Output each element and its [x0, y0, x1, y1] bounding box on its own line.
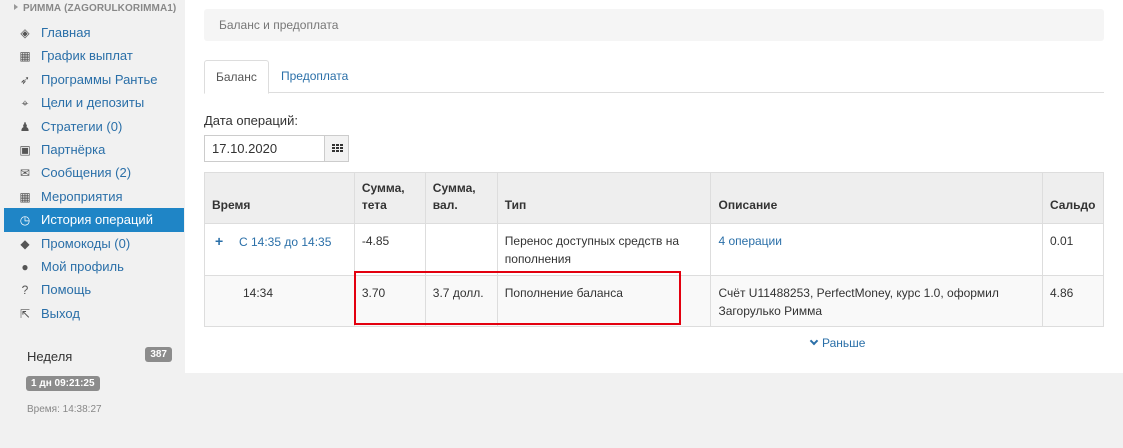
- week-counter: Неделя 387: [26, 347, 172, 367]
- date-input[interactable]: [204, 135, 325, 162]
- cell-type: Пополнение баланса: [496, 275, 712, 327]
- question-circle-icon: ?: [21, 283, 29, 298]
- envelope-icon: ✉: [19, 166, 31, 181]
- cell-sum-teta: 3.70: [353, 275, 426, 327]
- col-header-sum-teta[interactable]: Сумма, тета: [353, 172, 426, 224]
- cell-sum-val: [424, 223, 498, 276]
- tab-balance[interactable]: Баланс: [204, 60, 269, 94]
- table-row: 14:34 3.70 3.7 долл. Пополнение баланса …: [204, 275, 1105, 327]
- sidebar-item[interactable]: ▣ Партнёрка: [4, 138, 184, 161]
- cell-description: 4 операции: [710, 223, 1043, 276]
- sidebar-item-label: Цели и депозиты: [41, 95, 145, 111]
- breadcrumb: Баланс и предоплата: [204, 9, 1104, 41]
- calendar-grid-icon: [332, 144, 343, 154]
- current-time: Время: 14:38:27: [27, 404, 102, 415]
- cell-type: Перенос доступных средств на пополнения: [496, 223, 712, 276]
- sidebar-item-label: Сообщения (2): [41, 165, 132, 181]
- sidebar-item[interactable]: ● Мой профиль: [4, 255, 184, 278]
- user-icon: ●: [21, 259, 29, 274]
- sidebar-item-label: Промокоды (0): [41, 235, 131, 251]
- cell-description: Счёт U11488253, PerfectMoney, курс 1.0, …: [710, 275, 1043, 327]
- chess-pawn-icon: ♟: [19, 119, 31, 134]
- sidebar-item[interactable]: ▦ График выплат: [4, 44, 184, 67]
- cell-sum-teta: -4.85: [353, 223, 426, 276]
- sidebar-item-label: Главная: [41, 25, 91, 40]
- sidebar-item[interactable]: ? Помощь: [4, 278, 184, 301]
- sidebar-item-label: Программы Рантье: [41, 71, 158, 87]
- tab-bar: Баланс Предоплата: [204, 60, 1104, 94]
- col-header-time[interactable]: Время: [204, 172, 355, 224]
- sidebar-item[interactable]: ⌖ Цели и депозиты: [4, 91, 184, 114]
- cell-sum-val: 3.7 долл.: [424, 275, 498, 327]
- tag-icon: ◆: [20, 236, 30, 251]
- col-header-balance[interactable]: Сальдо: [1041, 172, 1105, 224]
- sidebar-item-label: Стратегии (0): [41, 118, 123, 134]
- col-header-type[interactable]: Тип: [496, 172, 712, 224]
- sidebar-item[interactable]: ◆ Промокоды (0): [4, 232, 184, 255]
- sidebar: РИММА (ZAGORULKORIMMA1) ◈ Главная ▦ График …: [0, 0, 185, 448]
- tab-prepayment[interactable]: Предоплата: [270, 60, 359, 94]
- crosshairs-icon: ⌖: [21, 96, 29, 111]
- dashboard-icon: ◈: [20, 26, 30, 40]
- cell-balance: 4.86: [1041, 275, 1105, 327]
- sidebar-item[interactable]: ✉ Сообщения (2): [4, 161, 184, 184]
- external-link-icon: ⇱: [19, 306, 31, 321]
- calendar-icon: ▦: [19, 189, 31, 204]
- sidebar-item-label: Мой профиль: [41, 258, 124, 274]
- load-earlier-link[interactable]: Раньше: [809, 336, 865, 350]
- expand-plus-icon[interactable]: +: [215, 232, 231, 250]
- sidebar-item-label: Помощь: [41, 282, 92, 298]
- time-range-link[interactable]: С 14:35 до 14:35: [239, 235, 331, 249]
- sidebar-item-label: Выход: [41, 305, 80, 321]
- briefcase-icon: ▣: [19, 142, 31, 157]
- history-clock-icon: ◷: [19, 213, 31, 228]
- sidebar-menu: ◈ Главная ▦ График выплат ➶ Программы Рантье ⌖…: [4, 21, 184, 325]
- sidebar-item[interactable]: ◷ История операций: [4, 208, 184, 232]
- col-header-description[interactable]: Описание: [710, 172, 1043, 224]
- chevron-down-icon: [809, 336, 819, 346]
- operations-table: Время Сумма, тета Сумма, вал. Тип Описание…: [204, 172, 1105, 327]
- session-timer-badge: 1 дн 09:21:25: [26, 376, 100, 391]
- week-label: Неделя: [27, 349, 73, 364]
- sidebar-item-label: История операций: [41, 212, 153, 228]
- caret-right-icon: [14, 4, 18, 10]
- sidebar-item[interactable]: ➶ Программы Рантье: [4, 68, 184, 91]
- sidebar-item[interactable]: ⇱ Выход: [4, 302, 184, 325]
- table-row: + С 14:35 до 14:35 -4.85 Перенос доступны…: [204, 223, 1105, 276]
- date-filter-label: Дата операций:: [204, 113, 298, 128]
- user-name-header[interactable]: РИММА (ZAGORULKORIMMA1): [14, 3, 176, 14]
- table-header-row: Время Сумма, тета Сумма, вал. Тип Описание…: [204, 172, 1105, 224]
- rocket-icon: ➶: [19, 72, 31, 87]
- sidebar-item-label: Мероприятия: [41, 188, 123, 204]
- sidebar-item-label: Партнёрка: [41, 141, 106, 157]
- cell-time[interactable]: + С 14:35 до 14:35: [204, 223, 355, 276]
- sidebar-item-label: График выплат: [41, 48, 133, 64]
- week-count-badge: 387: [145, 347, 172, 362]
- operations-count-link[interactable]: 4 операции: [718, 234, 781, 248]
- sidebar-item[interactable]: ▦ Мероприятия: [4, 185, 184, 208]
- date-filter: [204, 135, 349, 162]
- cell-time: 14:34: [204, 275, 355, 327]
- sidebar-item[interactable]: ♟ Стратегии (0): [4, 115, 184, 138]
- col-header-sum-val[interactable]: Сумма, вал.: [424, 172, 498, 224]
- sidebar-item[interactable]: ◈ Главная: [4, 21, 184, 44]
- calendar-icon: ▦: [19, 49, 31, 64]
- calendar-button[interactable]: [324, 135, 349, 162]
- cell-balance: 0.01: [1041, 223, 1105, 276]
- main-panel: Баланс и предоплата Баланс Предоплата Да…: [185, 0, 1123, 373]
